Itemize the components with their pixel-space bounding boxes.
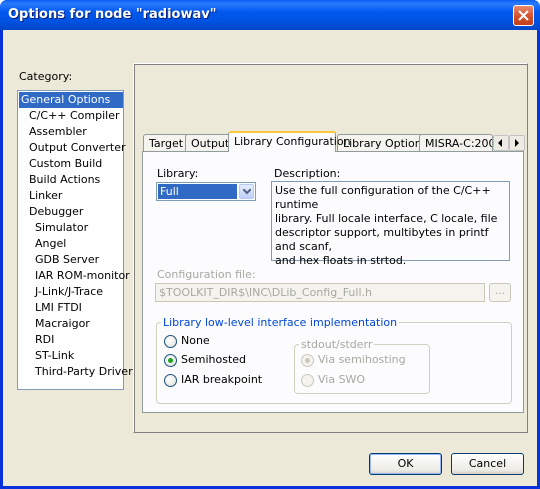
radio-via-swo-label[interactable]: Via SWO xyxy=(318,373,365,386)
category-item-macraigor[interactable]: Macraigor xyxy=(33,316,92,332)
radio-via-semihosting[interactable] xyxy=(301,354,314,367)
library-label: Library: xyxy=(157,167,199,180)
tab-target[interactable]: Target xyxy=(143,134,190,152)
radio-dot-icon xyxy=(168,358,173,363)
library-description: Use the full configuration of the C/C++ … xyxy=(271,181,510,267)
stdout-stderr-group xyxy=(294,344,430,394)
tab-library-configuration[interactable]: Library Configuration xyxy=(228,131,351,152)
low-level-interface-group-title: Library low-level interface implementati… xyxy=(161,316,400,329)
tab-scroll-left-button[interactable] xyxy=(493,135,509,151)
config-file-field[interactable]: $TOOLKIT_DIR$\INC\DLib_Config_Full.h xyxy=(155,283,485,302)
radio-semihosted[interactable] xyxy=(164,354,177,367)
config-file-label: Configuration file: xyxy=(157,268,256,281)
category-item-angel[interactable]: Angel xyxy=(33,236,68,252)
library-select[interactable]: Full xyxy=(156,182,256,201)
category-item-assembler[interactable]: Assembler xyxy=(27,124,89,140)
dropdown-button[interactable] xyxy=(239,184,254,199)
category-item-rdi[interactable]: RDI xyxy=(33,332,56,348)
arrow-right-icon xyxy=(515,139,519,147)
window-title: Options for node "radiowav" xyxy=(8,7,217,22)
radio-dot-icon xyxy=(305,358,310,363)
tab-scroll-right-button[interactable] xyxy=(509,135,525,151)
tab-misra-c[interactable]: MISRA-C:200 xyxy=(419,134,493,152)
ok-button[interactable]: OK xyxy=(369,453,442,475)
title-bar[interactable]: Options for node "radiowav" xyxy=(0,0,540,30)
category-item-output-converter[interactable]: Output Converter xyxy=(27,140,128,156)
category-item-simulator[interactable]: Simulator xyxy=(33,220,90,236)
radio-none[interactable] xyxy=(164,335,177,348)
close-icon xyxy=(518,10,529,21)
radio-semihosted-label[interactable]: Semihosted xyxy=(181,353,246,366)
category-label: Category: xyxy=(19,70,73,83)
category-item-build-actions[interactable]: Build Actions xyxy=(27,172,102,188)
category-item-debugger[interactable]: Debugger xyxy=(27,204,85,220)
category-item-gdb-server[interactable]: GDB Server xyxy=(33,252,101,268)
radio-iar-breakpoint[interactable] xyxy=(164,374,177,387)
category-item-linker[interactable]: Linker xyxy=(27,188,64,204)
chevron-down-icon xyxy=(243,189,251,195)
category-item-st-link[interactable]: ST-Link xyxy=(33,348,76,364)
close-button[interactable] xyxy=(513,5,534,26)
radio-via-swo[interactable] xyxy=(301,374,314,387)
category-item-c-cpp-compiler[interactable]: C/C++ Compiler xyxy=(27,108,122,124)
radio-via-semihosting-label[interactable]: Via semihosting xyxy=(318,353,406,366)
description-label: Description: xyxy=(274,167,341,180)
cancel-button[interactable]: Cancel xyxy=(451,453,524,475)
radio-iar-breakpoint-label[interactable]: IAR breakpoint xyxy=(181,373,262,386)
library-selected-value: Full xyxy=(158,184,237,199)
category-list[interactable]: General Options C/C++ Compiler Assembler… xyxy=(17,90,133,390)
category-item-general-options[interactable]: General Options xyxy=(19,92,123,108)
category-item-lmi-ftdi[interactable]: LMI FTDI xyxy=(33,300,84,316)
arrow-left-icon xyxy=(498,139,502,147)
radio-none-label[interactable]: None xyxy=(181,334,210,347)
stdout-stderr-group-title: stdout/stderr xyxy=(299,338,375,351)
category-item-custom-build[interactable]: Custom Build xyxy=(27,156,104,172)
category-item-jlink-jtrace[interactable]: J-Link/J-Trace xyxy=(33,284,105,300)
browse-button[interactable]: ... xyxy=(489,283,511,302)
category-item-third-party-driver[interactable]: Third-Party Driver xyxy=(33,364,135,380)
category-item-iar-rom-monitor[interactable]: IAR ROM-monitor xyxy=(33,268,132,284)
dialog-window: Options for node "radiowav" Category: Ge… xyxy=(0,0,540,489)
